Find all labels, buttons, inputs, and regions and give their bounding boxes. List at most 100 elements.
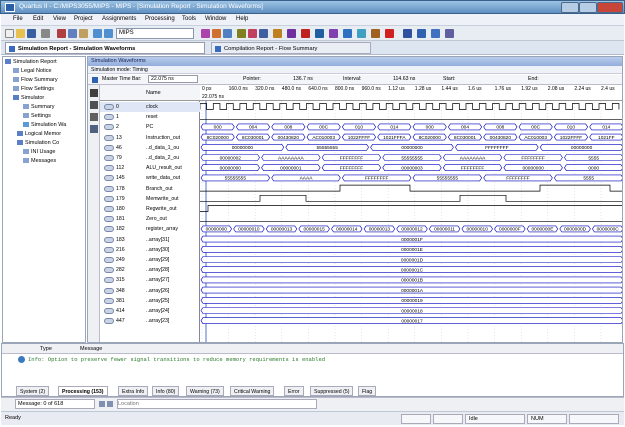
signal-name: Memwrite_out bbox=[146, 195, 179, 202]
close-button[interactable] bbox=[597, 2, 623, 13]
tree-item-messages[interactable]: Messages bbox=[23, 158, 56, 164]
signal-row[interactable]: 216 ..array[30] bbox=[100, 245, 200, 255]
maximize-button[interactable] bbox=[579, 2, 597, 13]
pencil-icon[interactable] bbox=[237, 29, 246, 38]
tree-item-ini-usage[interactable]: INI Usage bbox=[23, 149, 55, 155]
project-combo[interactable]: MIPS bbox=[116, 28, 194, 39]
signal-row[interactable]: 249 ..array[29] bbox=[100, 255, 200, 265]
chip-editor-icon[interactable] bbox=[431, 29, 440, 38]
programmer-icon[interactable] bbox=[403, 29, 412, 38]
signal-row[interactable]: 179 Memwrite_out bbox=[100, 194, 200, 204]
tree-item-simulator[interactable]: Simulator bbox=[13, 95, 44, 101]
menu-project[interactable]: Project bbox=[74, 16, 93, 22]
message-line[interactable]: Info: Option to preserve fewer signal tr… bbox=[28, 356, 325, 363]
fitter-icon[interactable] bbox=[329, 29, 338, 38]
new-icon[interactable] bbox=[5, 29, 14, 38]
signal-row[interactable]: 178 Branch_out bbox=[100, 184, 200, 194]
signal-row[interactable]: 348 ..array[26] bbox=[100, 286, 200, 296]
signal-row[interactable]: 2 PC bbox=[100, 122, 200, 132]
simulator-icon[interactable] bbox=[357, 29, 366, 38]
stop-icon[interactable] bbox=[301, 29, 310, 38]
menu-assignments[interactable]: Assignments bbox=[102, 16, 136, 22]
master-time-field[interactable]: 22.075 ns bbox=[148, 75, 198, 83]
signal-row[interactable]: 447 ..array[23] bbox=[100, 316, 200, 326]
signal-row[interactable]: 180 Regwrite_out bbox=[100, 204, 200, 214]
signal-row[interactable]: 183 ..array[31] bbox=[100, 235, 200, 245]
tree-item-settings[interactable]: Settings bbox=[23, 113, 51, 119]
timing-analyzer-icon[interactable] bbox=[385, 29, 394, 38]
menu-file[interactable]: File bbox=[13, 16, 23, 22]
save-icon[interactable] bbox=[27, 29, 36, 38]
selection-tool-icon[interactable] bbox=[90, 89, 98, 97]
signal-row[interactable]: 46 ..d_data_1_ou bbox=[100, 143, 200, 153]
interval-label: Interval: bbox=[343, 76, 362, 82]
analysis-icon[interactable] bbox=[315, 29, 324, 38]
message-tab[interactable]: Extra Info bbox=[118, 386, 149, 396]
start-compile-icon[interactable] bbox=[287, 29, 296, 38]
signal-row[interactable]: 381 ..array[25] bbox=[100, 296, 200, 306]
minimize-button[interactable] bbox=[561, 2, 579, 13]
menu-view[interactable]: View bbox=[53, 16, 66, 22]
zoom-tool-icon[interactable] bbox=[90, 113, 98, 121]
print-icon[interactable] bbox=[41, 29, 50, 38]
tree-item-summary[interactable]: Summary bbox=[23, 104, 55, 110]
tree-item-flow-summary[interactable]: Flow Summary bbox=[13, 77, 58, 83]
message-tab[interactable]: Error bbox=[284, 386, 304, 396]
bus-value: 0000000C bbox=[597, 227, 620, 233]
signal-row[interactable]: 0 clock bbox=[100, 102, 200, 112]
message-tab[interactable]: Flag bbox=[358, 386, 377, 396]
report-icon[interactable] bbox=[371, 29, 380, 38]
signal-row[interactable]: 182 register_array bbox=[100, 224, 200, 234]
message-tab[interactable]: Critical Warning bbox=[230, 386, 275, 396]
message-tab[interactable]: System (2) bbox=[16, 386, 50, 396]
tab-simulation-report[interactable]: Simulation Report - Simulation Waveforms bbox=[5, 42, 205, 54]
signal-row[interactable]: 112 ALU_result_out bbox=[100, 163, 200, 173]
netlist-icon[interactable] bbox=[417, 29, 426, 38]
signal-row[interactable]: 145 write_data_out bbox=[100, 173, 200, 183]
signal-row[interactable]: 79 ..d_data_2_ou bbox=[100, 153, 200, 163]
help-icon[interactable] bbox=[445, 29, 454, 38]
message-tab[interactable]: Processing (153) bbox=[58, 386, 108, 396]
redo-icon[interactable] bbox=[104, 29, 113, 38]
next-icon[interactable] bbox=[107, 401, 113, 407]
location-input[interactable] bbox=[117, 399, 317, 409]
previous-icon[interactable] bbox=[99, 401, 105, 407]
signal-row[interactable]: 315 ..array[27] bbox=[100, 275, 200, 285]
timing-icon[interactable] bbox=[273, 29, 282, 38]
signal-row[interactable]: 181 Zero_out bbox=[100, 214, 200, 224]
signal-row[interactable]: 282 ..array[28] bbox=[100, 265, 200, 275]
find-icon[interactable] bbox=[90, 125, 98, 133]
undo-icon[interactable] bbox=[93, 29, 102, 38]
cut-icon[interactable] bbox=[57, 29, 66, 38]
text-tool-icon[interactable] bbox=[90, 101, 98, 109]
settings-icon[interactable] bbox=[201, 29, 210, 38]
menu-tools[interactable]: Tools bbox=[182, 16, 196, 22]
arrow-icon[interactable] bbox=[92, 77, 98, 83]
analyze-icon[interactable] bbox=[259, 29, 268, 38]
copy-icon[interactable] bbox=[68, 29, 77, 38]
compile-icon[interactable] bbox=[248, 29, 257, 38]
menu-processing[interactable]: Processing bbox=[145, 16, 175, 22]
tree-item-logical-memory[interactable]: Logical Memor bbox=[17, 131, 61, 137]
menu-edit[interactable]: Edit bbox=[33, 16, 43, 22]
tree-item-simulation-waveforms[interactable]: Simulation Wa bbox=[23, 122, 66, 128]
chip-planner-icon[interactable] bbox=[212, 29, 221, 38]
signal-row[interactable]: 13 Instruction_out bbox=[100, 133, 200, 143]
paste-icon[interactable] bbox=[79, 29, 88, 38]
tree-item-legal-notice[interactable]: Legal Notice bbox=[13, 68, 52, 74]
tree-item-simulation-report[interactable]: Simulation Report bbox=[5, 59, 57, 65]
message-tab[interactable]: Info (80) bbox=[152, 386, 180, 396]
menu-window[interactable]: Window bbox=[205, 16, 226, 22]
signal-row[interactable]: 414 ..array[24] bbox=[100, 306, 200, 316]
pin-planner-icon[interactable] bbox=[223, 29, 232, 38]
tab-compilation-report[interactable]: Compilation Report - Flow Summary bbox=[211, 42, 371, 54]
open-icon[interactable] bbox=[16, 29, 25, 38]
tree-item-simulation-coverage[interactable]: Simulation Co bbox=[17, 140, 59, 146]
message-tab[interactable]: Warning (73) bbox=[186, 386, 224, 396]
menu-help[interactable]: Help bbox=[236, 16, 248, 22]
tree-item-flow-settings[interactable]: Flow Settings bbox=[13, 86, 54, 92]
message-tab[interactable]: Suppressed (5) bbox=[310, 386, 354, 396]
assembler-icon[interactable] bbox=[343, 29, 352, 38]
waveform-area[interactable]: 0 ps 160.0 ns 320.0 ns 480.0 ns 640.0 ns 800.… bbox=[200, 85, 622, 342]
signal-row[interactable]: 1 reset bbox=[100, 112, 200, 122]
